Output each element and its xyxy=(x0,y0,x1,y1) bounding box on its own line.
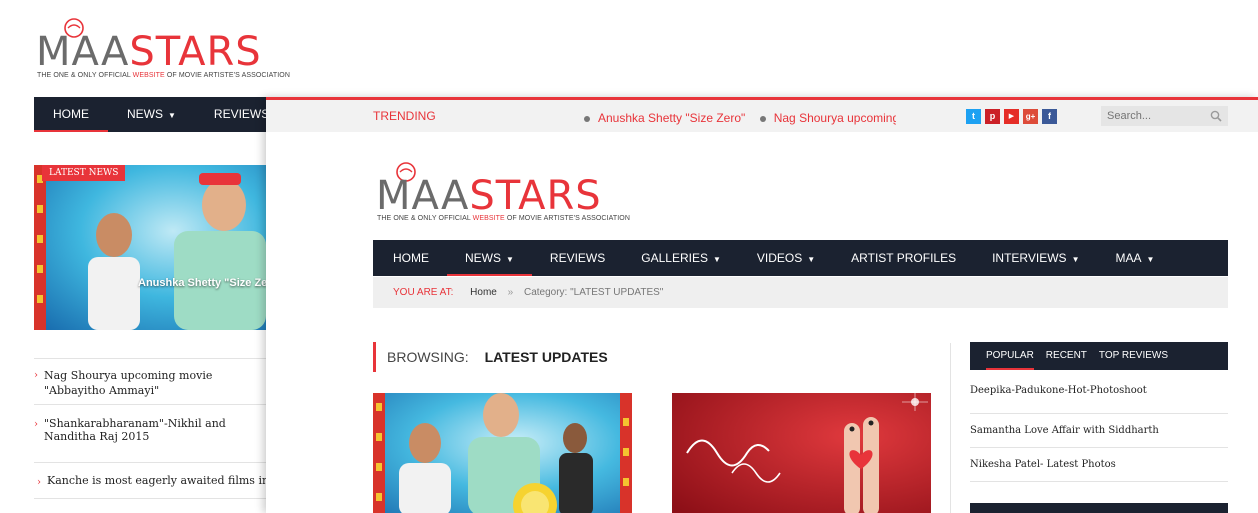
bg-nav-news[interactable]: NEWS ▼ xyxy=(108,97,195,132)
nav-interviews[interactable]: INTERVIEWS ▼ xyxy=(974,240,1097,276)
nav-artist-profiles[interactable]: ARTIST PROFILES xyxy=(833,240,974,276)
chevron-down-icon: ▼ xyxy=(712,255,721,264)
background-nav: HOME NEWS ▼ REVIEWS xyxy=(34,97,269,132)
main-nav: HOME NEWS ▼ REVIEWS GALLERIES ▼ VIDEOS ▼ AR… xyxy=(373,240,1228,276)
nav-maa[interactable]: MAA ▼ xyxy=(1097,240,1172,276)
googleplus-icon[interactable]: g+ xyxy=(1023,109,1038,124)
post-thumbnail[interactable] xyxy=(373,393,632,513)
chevron-down-icon: ▼ xyxy=(506,255,514,264)
facebook-icon[interactable]: f xyxy=(1042,109,1057,124)
chevron-right-icon: › xyxy=(34,419,38,430)
search-icon[interactable] xyxy=(1210,110,1222,122)
logo-maa-text: MAA xyxy=(36,29,130,75)
site-logo[interactable]: MAASTARS THE ONE & ONLY OFFICIAL WEBSITE… xyxy=(376,160,636,230)
logo-stars-text: STARS xyxy=(129,29,262,75)
breadcrumb-current: Category: "LATEST UPDATES" xyxy=(523,287,664,298)
featured-news-hero[interactable]: LATEST NEWS Anushka Shetty "Size Zero" xyxy=(34,165,266,330)
sidebar-tabs: POPULAR RECENT TOP REVIEWS xyxy=(970,342,1228,370)
chevron-right-icon: › xyxy=(37,477,41,488)
nav-home[interactable]: HOME xyxy=(375,240,447,276)
bullet-icon xyxy=(759,115,766,122)
content-divider xyxy=(950,343,951,513)
social-icons: t p ▶ g+ f xyxy=(966,109,1057,124)
list-item[interactable]: Samantha Love Affair with Siddharth xyxy=(970,414,1228,448)
search-box xyxy=(1101,106,1228,126)
post-image xyxy=(672,393,931,513)
list-item[interactable]: ›Kanche is most eagerly awaited films in… xyxy=(34,463,266,499)
hero-image xyxy=(34,165,266,330)
youtube-icon[interactable]: ▶ xyxy=(1004,109,1019,124)
nav-videos[interactable]: VIDEOS ▼ xyxy=(739,240,833,276)
background-logo[interactable]: MAASTARS THE ONE & ONLY OFFICIAL WEBSITE… xyxy=(36,16,296,86)
popular-list: Deepika-Padukone-Hot-Photoshoot Samantha… xyxy=(970,380,1228,482)
nav-galleries[interactable]: GALLERIES ▼ xyxy=(623,240,739,276)
breadcrumb-label: YOU ARE AT: xyxy=(393,287,454,298)
browsing-category: LATEST UPDATES xyxy=(484,349,608,365)
top-bar: TRENDING Anushka Shetty "Size Zero" Nag … xyxy=(266,100,1258,132)
tab-popular[interactable]: POPULAR xyxy=(980,342,1040,370)
pinterest-icon[interactable]: p xyxy=(985,109,1000,124)
bullet-icon xyxy=(584,115,590,122)
post-thumbnail[interactable] xyxy=(672,393,931,513)
tab-recent[interactable]: RECENT xyxy=(1040,342,1093,370)
tab-top-reviews[interactable]: TOP REVIEWS xyxy=(1093,342,1174,370)
chevron-down-icon: ▼ xyxy=(1146,255,1155,264)
list-item[interactable]: › Nag Shourya upcoming movie "Abbayitho A… xyxy=(34,359,266,405)
hero-caption: Anushka Shetty "Size Zero" xyxy=(138,277,266,289)
chevron-right-icon: › xyxy=(34,370,38,381)
logo-tagline: THE ONE & ONLY OFFICIAL WEBSITE OF MOVIE… xyxy=(377,215,630,222)
chevron-down-icon: ▼ xyxy=(168,111,176,120)
list-item[interactable]: Nikesha Patel- Latest Photos xyxy=(970,448,1228,482)
trending-item[interactable]: Nag Shourya upcoming m xyxy=(759,111,896,125)
browsing-prefix: BROWSING: xyxy=(387,349,469,365)
post-image xyxy=(373,393,632,513)
breadcrumb-home-link[interactable]: Home xyxy=(470,287,497,298)
logo-maa-text: MAA xyxy=(376,173,470,219)
latest-news-badge: LATEST NEWS xyxy=(42,165,126,181)
nav-news[interactable]: NEWS ▼ xyxy=(447,240,532,276)
logo-stars-text: STARS xyxy=(469,173,602,219)
list-item[interactable]: Deepika-Padukone-Hot-Photoshoot xyxy=(970,380,1228,414)
chevron-down-icon: ▼ xyxy=(807,255,816,264)
search-input[interactable] xyxy=(1101,106,1201,126)
list-item[interactable]: › "Shankarabharanam"-Nikhil and Nanditha … xyxy=(34,405,266,463)
page-title: BROWSING: LATEST UPDATES xyxy=(373,342,608,372)
sidebar-widget-header xyxy=(970,503,1228,513)
trending-label: TRENDING xyxy=(373,109,436,123)
breadcrumb: YOU ARE AT: Home » Category: "LATEST UPD… xyxy=(373,277,1228,308)
chevron-down-icon: ▼ xyxy=(1071,255,1080,264)
trending-ticker: Anushka Shetty "Size Zero" Nag Shourya u… xyxy=(584,109,896,127)
breadcrumb-separator: » xyxy=(507,287,514,298)
background-news-list: › Nag Shourya upcoming movie "Abbayitho A… xyxy=(34,358,266,499)
overlay-page: TRENDING Anushka Shetty "Size Zero" Nag … xyxy=(266,97,1258,513)
twitter-icon[interactable]: t xyxy=(966,109,981,124)
logo-tagline: THE ONE & ONLY OFFICIAL WEBSITE OF MOVIE… xyxy=(37,72,290,79)
nav-reviews[interactable]: REVIEWS xyxy=(532,240,623,276)
bg-nav-home[interactable]: HOME xyxy=(34,97,108,132)
trending-item[interactable]: Anushka Shetty "Size Zero" xyxy=(584,111,745,125)
